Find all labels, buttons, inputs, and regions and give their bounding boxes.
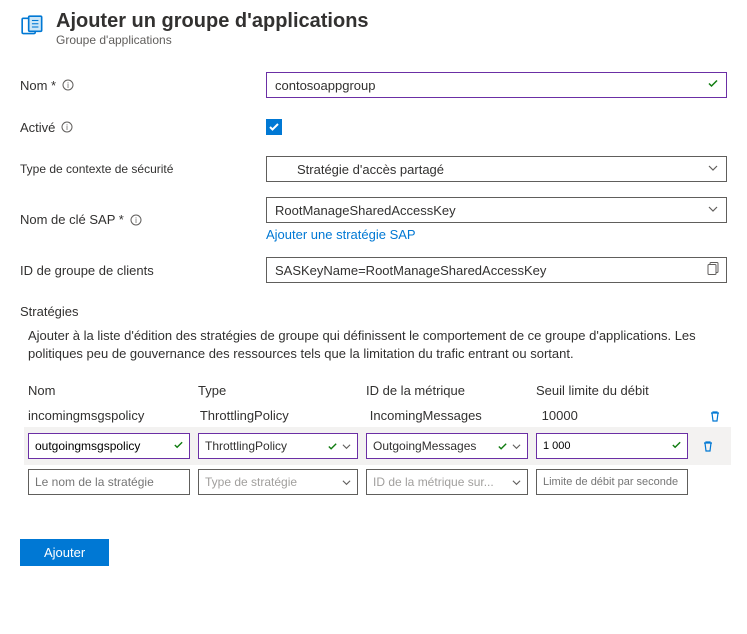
svg-text:i: i [67,123,69,132]
col-header-threshold: Seuil limite du débit [536,383,696,398]
enabled-label: Activé i [20,120,266,135]
policy-threshold-input[interactable] [536,433,688,459]
chevron-down-icon [708,163,718,176]
policy-metric-select[interactable]: OutgoingMessages [366,433,528,459]
page-subtitle: Groupe d'applications [56,33,369,47]
info-icon[interactable]: i [61,121,73,133]
chevron-down-icon [512,478,521,487]
delete-button[interactable] [696,439,720,453]
enabled-checkbox[interactable] [266,119,282,135]
check-icon [497,441,508,452]
app-group-icon [20,14,46,40]
chevron-down-icon [512,442,521,451]
context-select[interactable]: Stratégie d'accès partagé [266,156,727,182]
check-icon [173,439,184,454]
policies-section-desc: Ajouter à la liste d'édition des stratég… [20,327,727,363]
policy-metric-select[interactable]: ID de la métrique sur... [366,469,528,495]
chevron-down-icon [342,478,351,487]
check-icon [327,441,338,452]
policies-section-title: Stratégies [20,304,727,319]
info-icon[interactable]: i [130,214,142,226]
policy-row-empty: Type de stratégie ID de la métrique sur.… [28,465,727,499]
sap-select[interactable]: RootManageSharedAccessKey [266,197,727,223]
policy-type-select[interactable]: Type de stratégie [198,469,358,495]
chevron-down-icon [342,442,351,451]
page-header: Ajouter un groupe d'applications Groupe … [20,10,727,47]
col-header-name: Nom [28,383,198,398]
policies-table: Nom Type ID de la métrique Seuil limite … [20,377,727,499]
col-header-metric: ID de la métrique [366,383,536,398]
policy-row: incomingmsgspolicy ThrottlingPolicy Inco… [28,404,727,427]
policy-type-select[interactable]: ThrottlingPolicy [198,433,358,459]
check-icon [707,78,719,93]
col-header-type: Type [198,383,366,398]
policy-name-input[interactable] [28,433,190,459]
name-input[interactable] [266,72,727,98]
delete-button[interactable] [704,409,727,423]
add-sap-link[interactable]: Ajouter une stratégie SAP [266,227,727,242]
page-title: Ajouter un groupe d'applications [56,10,369,33]
add-button[interactable]: Ajouter [20,539,109,566]
copy-icon[interactable] [707,262,721,279]
context-label: Type de contexte de sécurité [20,162,266,176]
info-icon[interactable]: i [62,79,74,91]
svg-text:i: i [67,81,69,90]
client-id-input[interactable] [266,257,727,283]
svg-text:i: i [135,216,137,225]
sap-label: Nom de clé SAP * i [20,212,266,227]
policy-name-input[interactable] [28,469,190,495]
client-id-label: ID de groupe de clients [20,263,266,278]
policy-row-editing: ThrottlingPolicy OutgoingMessages [24,427,731,465]
chevron-down-icon [708,204,718,217]
check-icon [671,439,682,454]
name-label: Nom * i [20,78,266,93]
policy-threshold-input[interactable] [536,469,688,495]
